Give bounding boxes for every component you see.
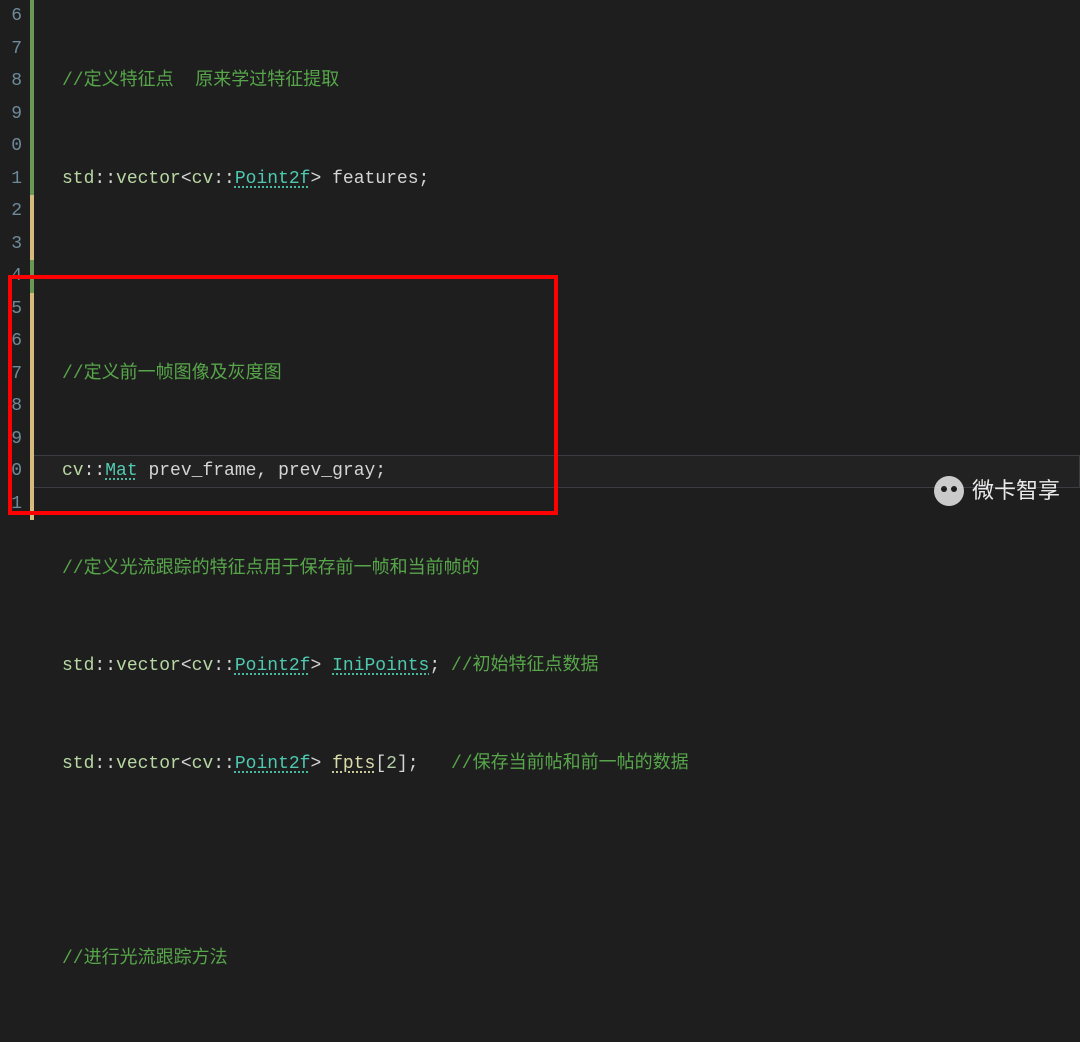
- line-number: 0: [0, 130, 22, 163]
- line-number-gutter: 6 7 8 9 0 1 2 3 4 5 6 7 8 9 0 1: [0, 0, 30, 521]
- code-line: //定义特征点 原来学过特征提取: [62, 65, 689, 98]
- line-number: 6: [0, 325, 22, 358]
- modification-bar: [30, 0, 34, 521]
- code-line: cv::Mat prev_frame, prev_gray;: [62, 455, 689, 488]
- watermark-text: 微卡智享: [972, 475, 1060, 508]
- code-line: [62, 260, 689, 293]
- line-number: 8: [0, 390, 22, 423]
- code-area[interactable]: //定义特征点 原来学过特征提取 std::vector<cv::Point2f…: [34, 0, 689, 521]
- line-number: 7: [0, 33, 22, 66]
- line-number: 9: [0, 423, 22, 456]
- line-number: 6: [0, 0, 22, 33]
- watermark: 微卡智享: [934, 475, 1060, 508]
- code-line: //定义光流跟踪的特征点用于保存前一帧和当前帧的: [62, 553, 689, 586]
- line-number: 5: [0, 293, 22, 326]
- line-number: 9: [0, 98, 22, 131]
- code-line: void ktTrackFeature();: [62, 1040, 689, 1042]
- code-line: std::vector<cv::Point2f> IniPoints; //初始…: [62, 650, 689, 683]
- wechat-icon: [934, 476, 964, 506]
- code-line: [62, 845, 689, 878]
- code-line: std::vector<cv::Point2f> features;: [62, 163, 689, 196]
- code-editor: 6 7 8 9 0 1 2 3 4 5 6 7 8 9 0 1 //定义特征点 …: [0, 0, 1080, 521]
- line-number: 0: [0, 455, 22, 488]
- code-line: std::vector<cv::Point2f> fpts[2]; //保存当前…: [62, 748, 689, 781]
- line-number: 7: [0, 358, 22, 391]
- line-number: 1: [0, 163, 22, 196]
- line-number: 2: [0, 195, 22, 228]
- code-line: //进行光流跟踪方法: [62, 943, 689, 976]
- line-number: 4: [0, 260, 22, 293]
- line-number: 3: [0, 228, 22, 261]
- line-number: 8: [0, 65, 22, 98]
- code-line: //定义前一帧图像及灰度图: [62, 358, 689, 391]
- line-number: 1: [0, 488, 22, 521]
